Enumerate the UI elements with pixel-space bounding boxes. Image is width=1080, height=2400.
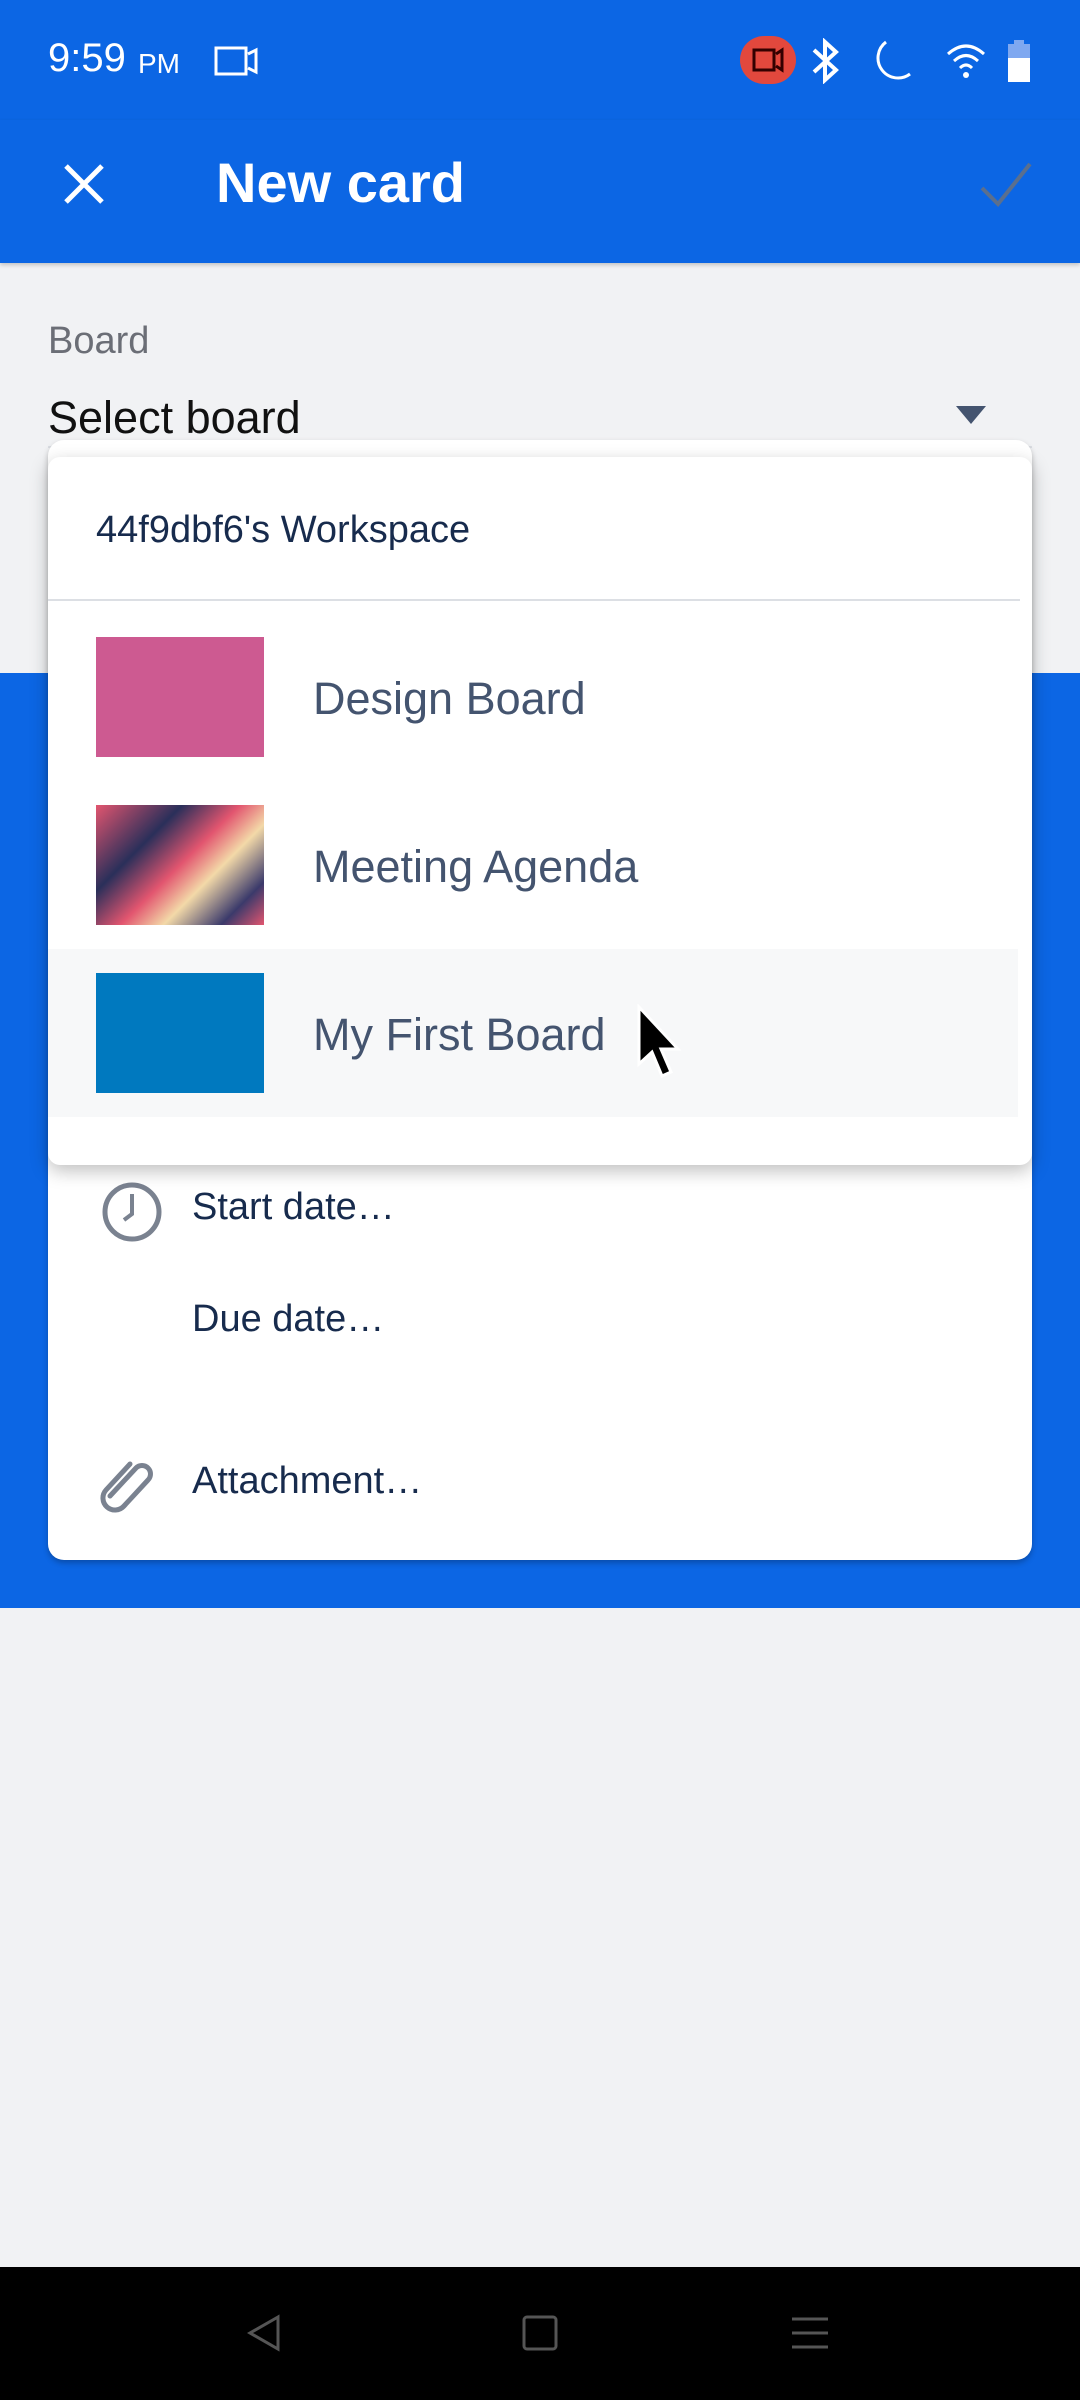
- board-item-label: My First Board: [313, 1009, 606, 1060]
- board-item-label: Meeting Agenda: [313, 841, 639, 892]
- board-field-label: Board: [48, 320, 150, 362]
- clock-icon: [102, 1182, 162, 1242]
- paperclip-icon: [100, 1461, 153, 1513]
- board-item-meeting-agenda[interactable]: Meeting Agenda: [48, 781, 1018, 949]
- start-date-option[interactable]: Start date…: [48, 1160, 1032, 1270]
- due-date-label: Due date…: [192, 1298, 385, 1340]
- board-thumbnail: [96, 637, 264, 757]
- board-select-value: Select board: [48, 392, 301, 443]
- board-select[interactable]: Select board: [48, 380, 1032, 448]
- recording-icon: [740, 36, 796, 84]
- screen-record-icon: [214, 46, 258, 76]
- board-item-label: Design Board: [313, 673, 586, 724]
- board-item-design-board[interactable]: Design Board: [48, 613, 1018, 781]
- battery-icon: [1008, 40, 1030, 82]
- chevron-down-icon: [956, 406, 986, 424]
- page-title: New card: [216, 151, 465, 214]
- board-thumbnail: [96, 973, 264, 1093]
- do-not-disturb-icon: [876, 40, 911, 80]
- status-bar: 9:59 PM: [0, 0, 1080, 120]
- board-thumbnail: [96, 805, 264, 925]
- app-bar: New card: [0, 120, 1080, 263]
- close-icon[interactable]: [60, 160, 108, 208]
- start-date-label: Start date…: [192, 1186, 395, 1228]
- status-time: 9:59: [48, 36, 126, 80]
- navigation-bar: [0, 2267, 1080, 2400]
- bluetooth-icon: [812, 38, 839, 84]
- check-icon[interactable]: [978, 160, 1034, 208]
- divider: [48, 599, 1020, 601]
- recents-icon[interactable]: [790, 2315, 830, 2351]
- board-item-my-first-board[interactable]: My First Board: [48, 949, 1018, 1117]
- due-date-option[interactable]: Due date…: [48, 1272, 1032, 1382]
- home-icon[interactable]: [522, 2315, 558, 2351]
- status-ampm: PM: [138, 48, 180, 79]
- board-dropdown: 44f9dbf6's Workspace Design Board Meetin…: [48, 457, 1032, 1165]
- attachment-label: Attachment…: [192, 1460, 423, 1502]
- wifi-icon: [947, 44, 985, 78]
- mouse-cursor-icon: [637, 1004, 682, 1078]
- workspace-header: 44f9dbf6's Workspace: [96, 509, 471, 551]
- attachment-option[interactable]: Attachment…: [48, 1430, 1032, 1540]
- back-icon[interactable]: [246, 2313, 282, 2353]
